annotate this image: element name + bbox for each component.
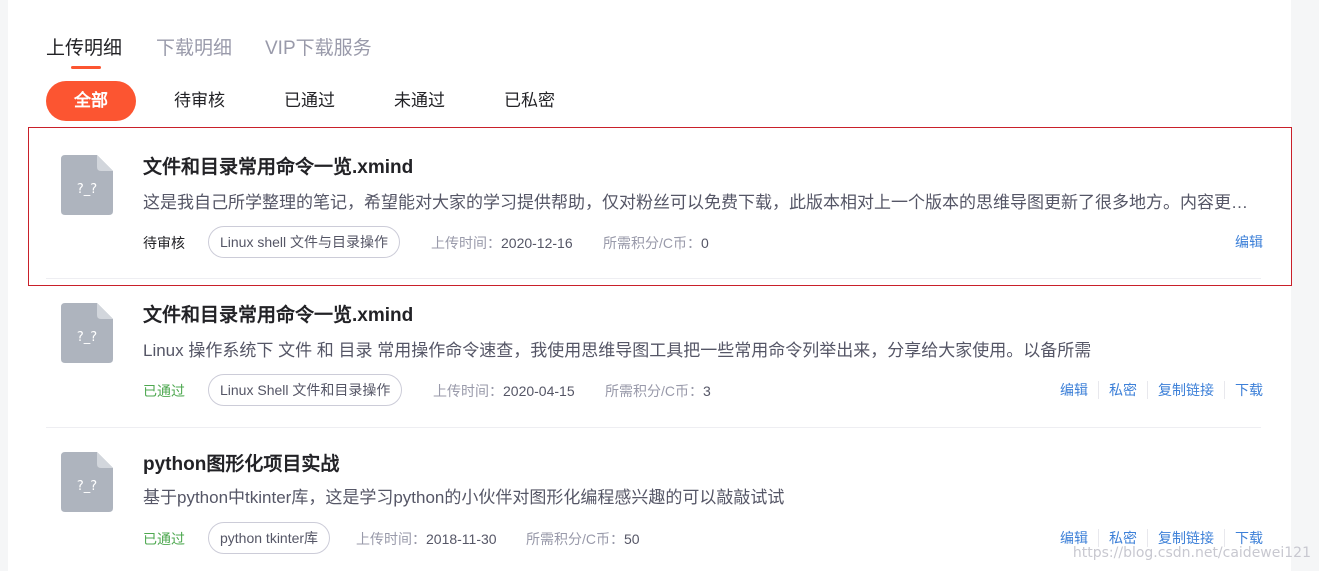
status-badge: 待审核	[143, 235, 185, 251]
item-description: 这是我自己所学整理的笔记，希望能对大家的学习提供帮助，仅对粉丝可以免费下载，此版…	[143, 193, 1253, 212]
item-description: Linux 操作系统下 文件 和 目录 常用操作命令速查，我使用思维导图工具把一…	[143, 341, 1092, 360]
points: 所需积分/C币：3	[605, 383, 711, 399]
status-filters: 全部 待审核 已通过 未通过 已私密	[46, 81, 646, 121]
upload-time: 上传时间：2018-11-30	[356, 531, 497, 547]
status-badge: 已通过	[143, 531, 185, 547]
unknown-file-icon: ?_?	[61, 303, 113, 363]
upload-time: 上传时间：2020-12-16	[431, 235, 573, 251]
svg-text:?_?: ?_?	[77, 479, 97, 494]
item-tag[interactable]: Linux Shell 文件和目录操作	[208, 374, 403, 406]
item-title[interactable]: 文件和目录常用命令一览.xmind	[143, 300, 413, 327]
copy-link-button[interactable]: 复制链接	[1147, 381, 1224, 399]
edit-button[interactable]: 编辑	[1050, 381, 1098, 399]
item-tag[interactable]: Linux shell 文件与目录操作	[208, 226, 401, 258]
points: 所需积分/C币：50	[526, 531, 640, 547]
watermark: https://blog.csdn.net/caidewei121	[1072, 545, 1311, 561]
list-item: ?_? 文件和目录常用命令一览.xmind 这是我自己所学整理的笔记，希望能对大…	[46, 150, 1263, 280]
item-meta: 已通过 Linux Shell 文件和目录操作 上传时间：2020-04-15 …	[143, 374, 1263, 406]
item-title[interactable]: python图形化项目实战	[143, 449, 339, 476]
list-item: ?_? 文件和目录常用命令一览.xmind Linux 操作系统下 文件 和 目…	[46, 298, 1263, 428]
tab-vip-download[interactable]: VIP下载服务	[265, 33, 372, 60]
item-actions: 编辑	[1225, 233, 1263, 253]
status-badge: 已通过	[143, 383, 185, 399]
divider	[46, 278, 1261, 279]
filter-rejected[interactable]: 未通过	[394, 81, 445, 121]
unknown-file-icon: ?_?	[61, 452, 113, 512]
svg-text:?_?: ?_?	[77, 182, 97, 197]
svg-text:?_?: ?_?	[77, 330, 97, 345]
item-title[interactable]: 文件和目录常用命令一览.xmind	[143, 152, 413, 179]
upload-time: 上传时间：2020-04-15	[433, 383, 575, 399]
filter-passed[interactable]: 已通过	[284, 81, 335, 121]
filter-private[interactable]: 已私密	[504, 81, 555, 121]
item-actions: 编辑 私密 复制链接 下载	[1050, 381, 1263, 401]
divider	[46, 427, 1261, 428]
item-meta: 待审核 Linux shell 文件与目录操作 上传时间：2020-12-16 …	[143, 226, 1263, 258]
edit-button[interactable]: 编辑	[1225, 233, 1263, 251]
filter-pending[interactable]: 待审核	[174, 81, 225, 121]
item-description: 基于python中tkinter库，这是学习python的小伙伴对图形化编程感兴…	[143, 488, 785, 507]
item-tag[interactable]: python tkinter库	[208, 522, 331, 554]
filter-all[interactable]: 全部	[46, 81, 136, 121]
unknown-file-icon: ?_?	[61, 155, 113, 215]
upload-panel: 上传明细 下载明细 VIP下载服务 全部 待审核 已通过 未通过 已私密 ?_?…	[8, 0, 1292, 571]
private-button[interactable]: 私密	[1098, 381, 1147, 399]
points: 所需积分/C币：0	[603, 235, 709, 251]
tab-upload-detail[interactable]: 上传明细	[46, 33, 122, 60]
download-button[interactable]: 下载	[1224, 381, 1263, 399]
tab-download-detail[interactable]: 下载明细	[156, 33, 232, 60]
active-tab-underline	[71, 66, 101, 69]
